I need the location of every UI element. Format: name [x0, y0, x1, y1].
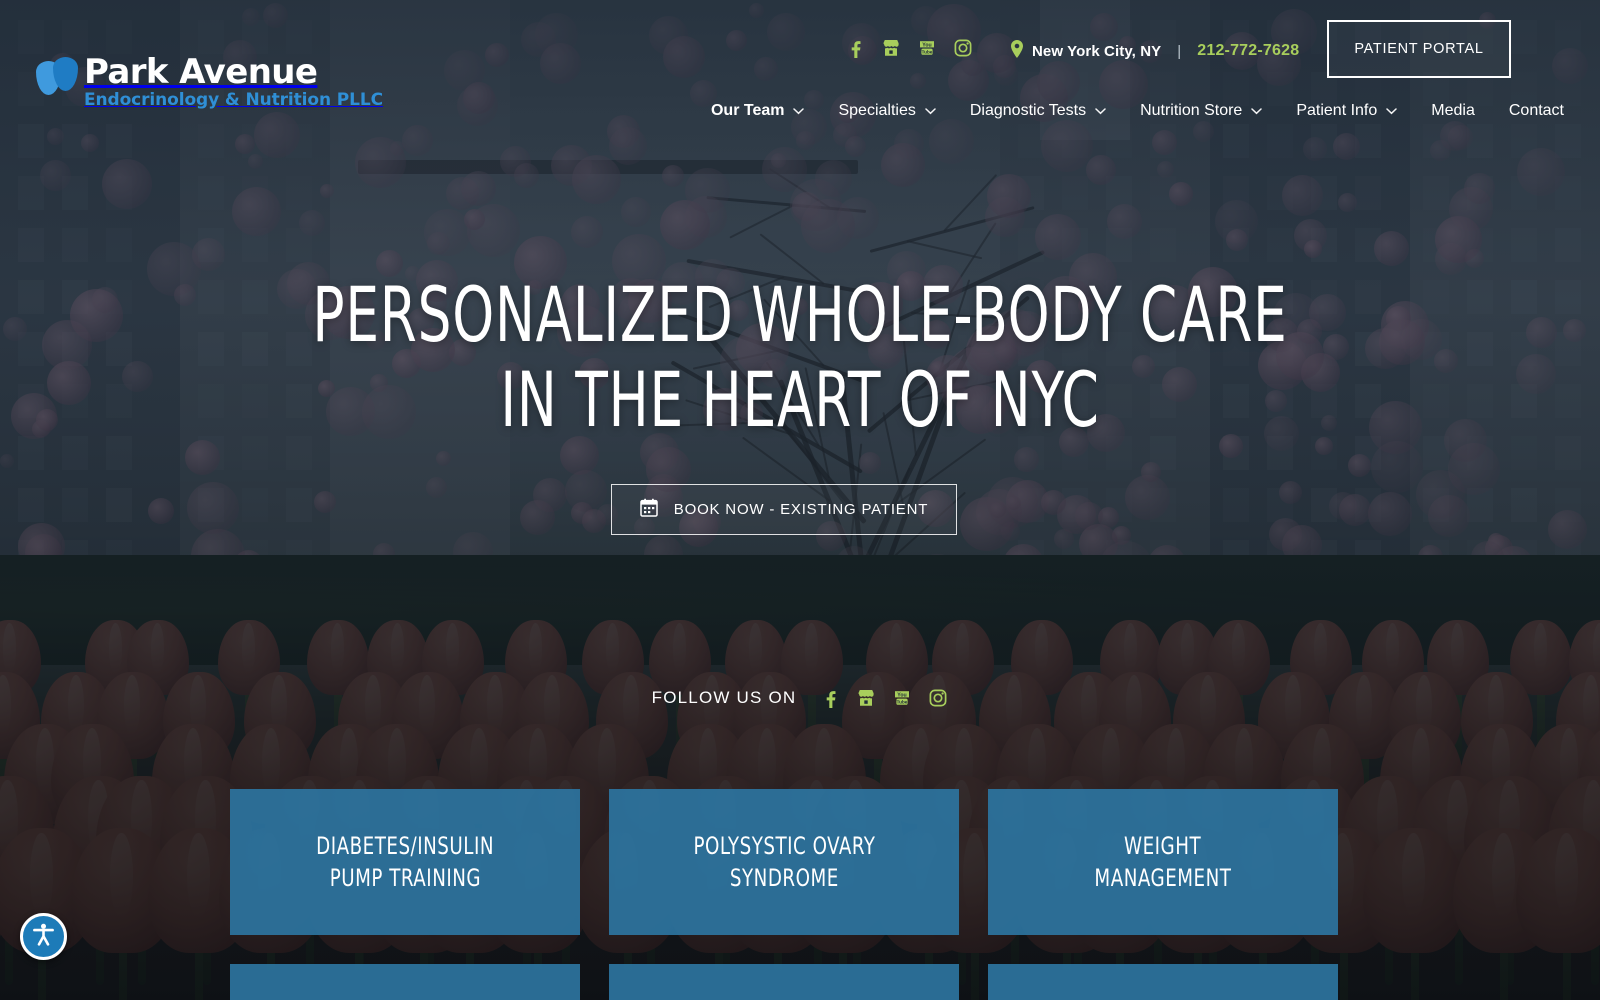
- service-card-line-1: DIABETES/INSULIN: [316, 832, 494, 860]
- nav-label: Patient Info: [1296, 102, 1378, 119]
- svg-text:You: You: [898, 692, 907, 698]
- location-text: New York City, NY: [1032, 42, 1162, 60]
- book-now-button[interactable]: BOOK NOW - EXISTING PATIENT: [611, 484, 957, 535]
- google-business-icon[interactable]: [881, 38, 901, 58]
- chevron-down-icon: [925, 102, 936, 120]
- site-header: Park Avenue Endocrinology & Nutrition PL…: [0, 0, 1600, 145]
- service-card[interactable]: WEIGHT MANAGEMENT: [988, 789, 1338, 935]
- facebook-icon[interactable]: [820, 688, 840, 708]
- follow-us-section: FOLLOW US ON You Tube: [0, 688, 1600, 708]
- service-cards-grid: DIABETES/INSULIN PUMP TRAINING POLYSYSTI…: [230, 789, 1340, 1000]
- chevron-down-icon: [1386, 102, 1398, 120]
- nav-label: Nutrition Store: [1140, 102, 1243, 119]
- service-card-line-2: PUMP TRAINING: [329, 864, 481, 892]
- patient-portal-button[interactable]: PATIENT PORTAL: [1327, 20, 1511, 78]
- location-block: New York City, NY | 212-772-7628: [1010, 40, 1299, 62]
- svg-text:Tube: Tube: [897, 699, 908, 704]
- service-card[interactable]: POLYSYSTIC OVARY SYNDROME: [609, 789, 959, 935]
- page-title: PERSONALIZED WHOLE-BODY CARE IN THE HEAR…: [176, 272, 1424, 442]
- service-card-line-2: MANAGEMENT: [1094, 864, 1232, 892]
- chevron-down-icon: [1095, 102, 1106, 120]
- nav-label: Contact: [1508, 102, 1564, 119]
- service-card-line-1: WEIGHT: [1124, 832, 1202, 860]
- patient-portal-label: PATIENT PORTAL: [1354, 41, 1484, 57]
- headline-line-2: IN THE HEART OF NYC: [500, 355, 1100, 444]
- nav-item-patient-info[interactable]: Patient Info: [1296, 102, 1398, 120]
- accessibility-widget-button[interactable]: [20, 913, 67, 960]
- service-card-line-2: SYNDROME: [729, 864, 839, 892]
- accessibility-person-icon: [30, 921, 57, 953]
- instagram-icon[interactable]: [928, 688, 948, 708]
- google-business-icon[interactable]: [856, 688, 876, 708]
- calendar-icon: [640, 498, 658, 521]
- service-card[interactable]: [988, 964, 1338, 1000]
- svg-text:You: You: [922, 42, 931, 48]
- youtube-icon[interactable]: You Tube: [917, 38, 937, 58]
- utility-separator: |: [1177, 42, 1182, 60]
- nav-label: Our Team: [710, 102, 785, 119]
- svg-text:Tube: Tube: [922, 49, 933, 54]
- service-card[interactable]: [230, 964, 580, 1000]
- book-now-label: BOOK NOW - EXISTING PATIENT: [673, 501, 929, 518]
- social-links-header: You Tube: [845, 38, 973, 58]
- follow-us-label: FOLLOW US ON: [651, 688, 797, 707]
- nav-item-contact[interactable]: Contact: [1509, 102, 1564, 120]
- youtube-icon[interactable]: You Tube: [892, 688, 912, 708]
- nav-item-diagnostic-tests[interactable]: Diagnostic Tests: [970, 102, 1106, 120]
- nav-label: Specialties: [838, 102, 916, 119]
- chevron-down-icon: [1251, 102, 1263, 120]
- service-card[interactable]: DIABETES/INSULIN PUMP TRAINING: [230, 789, 580, 935]
- nav-item-nutrition-store[interactable]: Nutrition Store: [1140, 102, 1263, 120]
- nav-item-media[interactable]: Media: [1431, 102, 1475, 120]
- nav-label: Media: [1431, 102, 1475, 119]
- headline-line-1: PERSONALIZED WHOLE-BODY CARE: [312, 270, 1288, 359]
- utility-bar: You Tube New York City, NY | 212-772-762…: [0, 0, 1600, 100]
- service-card-line-1: POLYSYSTIC OVARY: [693, 832, 875, 860]
- nav-label: Diagnostic Tests: [969, 102, 1087, 119]
- facebook-icon[interactable]: [845, 38, 865, 58]
- service-card[interactable]: [609, 964, 959, 1000]
- main-navigation: Our Team Specialties Diagnostic Tests Nu…: [711, 102, 1564, 120]
- nav-item-specialties[interactable]: Specialties: [838, 102, 936, 120]
- map-pin-icon: [1010, 40, 1024, 62]
- instagram-icon[interactable]: [953, 38, 973, 58]
- nav-item-our-team[interactable]: Our Team: [711, 102, 805, 120]
- chevron-down-icon: [793, 102, 805, 120]
- phone-link[interactable]: 212-772-7628: [1197, 42, 1299, 60]
